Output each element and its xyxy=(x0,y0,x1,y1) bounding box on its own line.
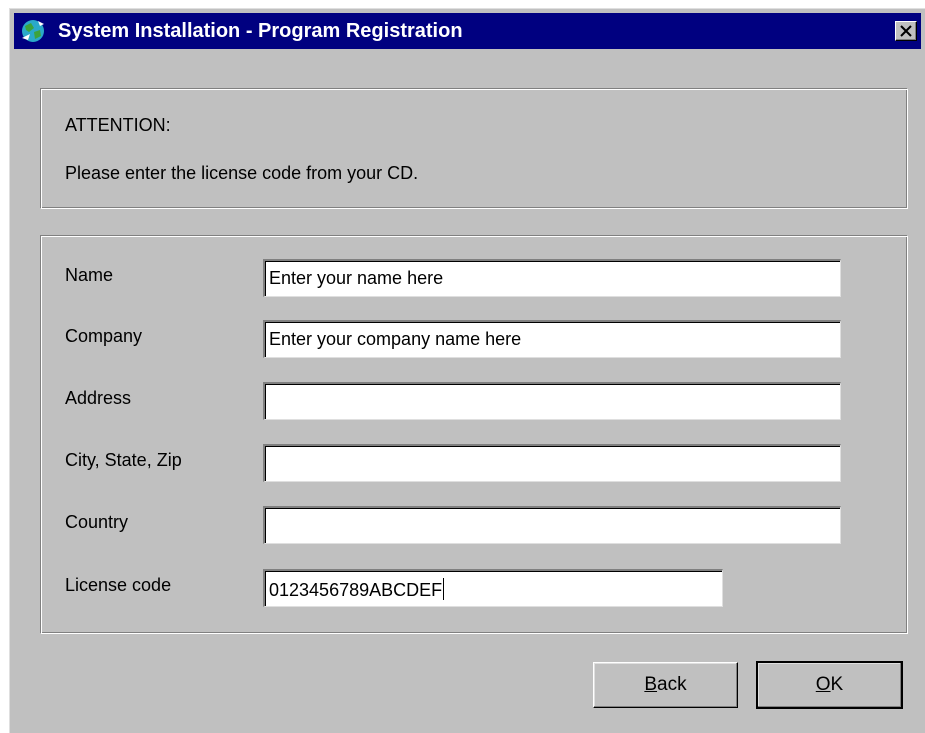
back-mnemonic: B xyxy=(644,674,658,695)
ok-label-rest: K xyxy=(830,674,844,695)
ok-button[interactable]: OK xyxy=(756,661,903,709)
registration-form: Name Enter your name here Company Enter … xyxy=(40,235,908,634)
city-state-zip-label: City, State, Zip xyxy=(65,450,182,470)
company-label: Company xyxy=(65,326,143,346)
back-label-rest: ack xyxy=(657,674,687,695)
name-label: Name xyxy=(65,265,114,285)
installer-globe-icon xyxy=(22,20,44,42)
attention-message: Please enter the license code from your … xyxy=(65,163,419,183)
country-label: Country xyxy=(65,512,129,532)
window-title: System Installation - Program Registrati… xyxy=(58,20,463,42)
back-button[interactable]: Back xyxy=(593,662,738,708)
ok-mnemonic: O xyxy=(815,674,831,695)
registration-dialog: System Installation - Program Registrati… xyxy=(9,8,925,733)
text-caret xyxy=(443,578,445,600)
license-code-field[interactable]: 0123456789ABCDEF xyxy=(263,569,723,607)
license-code-label: License code xyxy=(65,575,172,595)
address-field[interactable] xyxy=(263,382,841,420)
close-icon xyxy=(900,25,912,37)
attention-heading: ATTENTION: xyxy=(65,115,171,135)
company-field[interactable]: Enter your company name here xyxy=(263,320,841,358)
title-bar[interactable]: System Installation - Program Registrati… xyxy=(14,13,921,49)
address-label: Address xyxy=(65,388,132,408)
close-button[interactable] xyxy=(895,21,917,41)
country-field[interactable] xyxy=(263,506,841,544)
attention-panel: ATTENTION: Please enter the license code… xyxy=(40,88,908,209)
license-code-value: 0123456789ABCDEF xyxy=(269,580,443,600)
name-field[interactable]: Enter your name here xyxy=(263,259,841,297)
city-state-zip-field[interactable] xyxy=(263,444,841,482)
